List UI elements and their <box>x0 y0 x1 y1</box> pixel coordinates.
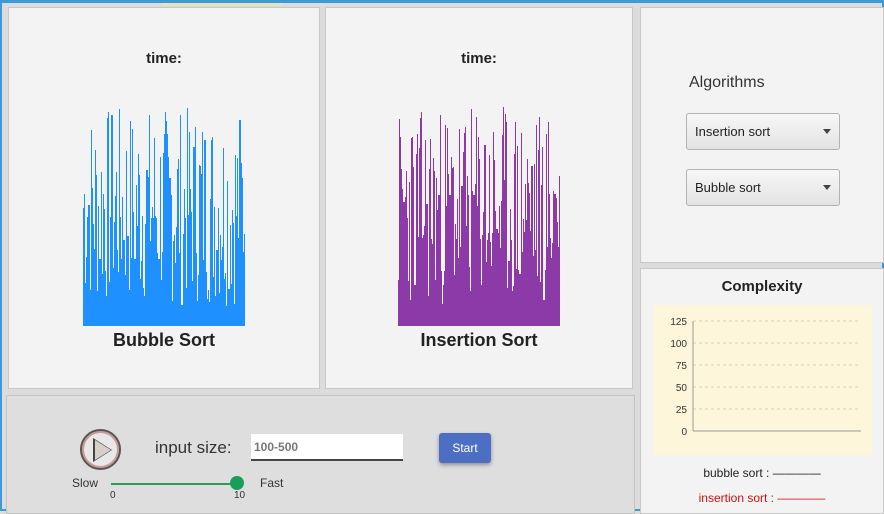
legend-bubble-sort: bubble sort : ———— <box>703 466 821 480</box>
insertion-sort-panel: time: Insertion Sort <box>325 7 633 389</box>
insertion-sort-bars <box>398 86 560 326</box>
input-size-label: input size: <box>155 438 232 457</box>
complexity-panel: Complexity 125 100 75 50 25 0 bubble sort : —… <box>640 268 884 514</box>
slider-min-label: 0 <box>110 490 116 501</box>
complexity-chart: 125 100 75 50 25 0 <box>653 305 872 455</box>
bubble-sort-bars <box>83 86 245 326</box>
y-tick-label: 100 <box>670 339 687 350</box>
algorithm-select-2-value: Bubble sort <box>695 180 761 195</box>
algorithms-panel: Algorithms Insertion sort Bubble sort <box>640 7 884 263</box>
tab-indicator <box>162 3 282 6</box>
start-button[interactable]: Start <box>439 433 491 463</box>
sort-bar <box>243 234 245 326</box>
chevron-down-icon <box>823 185 831 190</box>
complexity-title: Complexity <box>721 278 803 295</box>
algorithm-select-2[interactable]: Bubble sort <box>686 169 840 206</box>
y-tick-label: 125 <box>670 317 687 328</box>
sort-bar <box>180 114 182 326</box>
y-tick-label: 50 <box>676 383 688 394</box>
slow-label: Slow <box>72 476 99 490</box>
play-icon-fill <box>95 440 111 460</box>
input-size-field[interactable] <box>251 434 403 461</box>
controls-panel: input size: Start Slow Fast 0 10 <box>6 395 635 514</box>
fast-label: Fast <box>260 476 284 490</box>
algorithm-select-1-value: Insertion sort <box>695 124 771 139</box>
complexity-chart-svg: 125 100 75 50 25 0 <box>670 317 861 438</box>
bubble-sort-panel: time: Bubble Sort <box>8 7 320 389</box>
speed-slider-track[interactable] <box>111 483 241 485</box>
algorithm-select-1[interactable]: Insertion sort <box>686 113 840 150</box>
y-tick-label: 25 <box>676 405 688 416</box>
algorithms-title: Algorithms <box>689 74 765 91</box>
insertion-time-label: time: <box>461 50 497 67</box>
chevron-down-icon <box>823 129 831 134</box>
insertion-sort-title: Insertion Sort <box>420 330 538 350</box>
play-button[interactable] <box>80 429 121 470</box>
app-window: time: Bubble Sort time: Insertion Sort A… <box>0 0 884 514</box>
legend-insertion-sort: insertion sort : ———— <box>698 491 826 505</box>
bubble-sort-title: Bubble Sort <box>113 330 215 350</box>
bubble-time-label: time: <box>146 50 182 67</box>
speed-slider-thumb[interactable] <box>230 476 244 490</box>
sort-bar <box>558 175 560 326</box>
slider-max-label: 10 <box>234 490 246 501</box>
y-tick-label: 75 <box>676 361 688 372</box>
sort-bar <box>542 147 544 326</box>
y-tick-label: 0 <box>681 427 687 438</box>
